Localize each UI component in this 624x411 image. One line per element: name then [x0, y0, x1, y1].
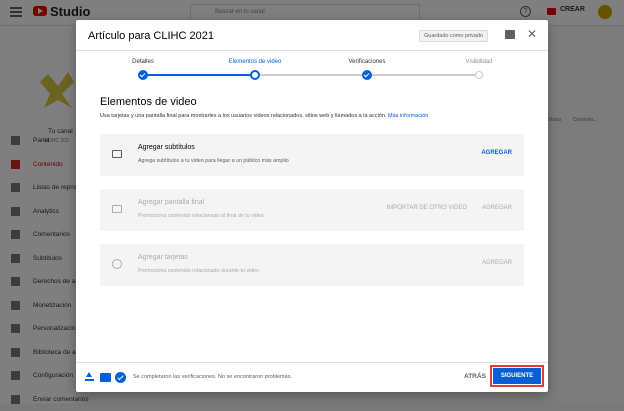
add-end-screen-card: Agregar pantalla final Promociona conten… [100, 189, 524, 231]
upload-icon[interactable] [85, 372, 94, 382]
divider [76, 50, 548, 51]
step-checks-label[interactable]: Verificaciones [348, 59, 385, 65]
next-button-highlight: SIGUIENTE [490, 365, 544, 387]
card-subtitle: Promociona contenido relacionado al fina… [138, 213, 264, 219]
card-title: Agregar tarjetas [138, 254, 188, 261]
save-status-badge: Guardado como privado [419, 30, 489, 42]
import-from-video-button[interactable]: IMPORTAR DE OTRO VIDEO [387, 205, 467, 211]
step-details-check-icon[interactable] [138, 70, 148, 80]
end-screen-icon [112, 205, 122, 213]
add-cards-button[interactable]: AGREGAR [482, 260, 512, 266]
step-visibility-label[interactable]: Visibilidad [466, 59, 493, 65]
add-subtitles-button[interactable]: AGREGAR [481, 150, 512, 156]
step-video-elements-label[interactable]: Elementos de video [229, 59, 282, 65]
step-checks-check-icon[interactable] [362, 70, 372, 80]
next-button[interactable]: SIGUIENTE [493, 368, 541, 384]
step-details-label[interactable]: Detalles [132, 59, 154, 65]
learn-more-link[interactable]: Más información [388, 113, 428, 119]
section-title: Elementos de video [100, 96, 197, 108]
footer-divider [76, 362, 548, 363]
add-end-screen-button[interactable]: AGREGAR [482, 205, 512, 211]
add-subtitles-card: Agregar subtítulos Agrega subtítulos a t… [100, 134, 524, 176]
step-current-dot[interactable] [250, 70, 260, 80]
footer-status-text: Se completaron las verificaciones. No se… [133, 374, 292, 380]
subtitles-icon [112, 150, 122, 158]
section-description: Usa tarjetas y una pantalla final para m… [100, 113, 428, 119]
hd-icon[interactable] [100, 373, 111, 382]
info-icon [112, 259, 122, 269]
step-visibility-dot[interactable] [475, 71, 483, 79]
add-cards-card: Agregar tarjetas Promociona contenido re… [100, 244, 524, 286]
card-subtitle: Promociona contenido relacionado durante… [138, 268, 260, 274]
dialog-title: Artículo para CLIHC 2021 [88, 30, 214, 42]
card-title: Agregar subtítulos [138, 144, 195, 151]
card-subtitle: Agrega subtítulos a tu video para llegar… [138, 158, 289, 164]
checks-complete-icon[interactable] [115, 372, 126, 383]
progress-track-done [143, 74, 255, 76]
card-title: Agregar pantalla final [138, 199, 205, 206]
close-icon[interactable]: ✕ [526, 28, 538, 40]
back-button[interactable]: ATRÁS [464, 373, 486, 380]
section-description-text: Usa tarjetas y una pantalla final para m… [100, 113, 387, 119]
feedback-icon[interactable] [505, 30, 515, 39]
upload-dialog: Artículo para CLIHC 2021 Guardado como p… [76, 20, 548, 392]
